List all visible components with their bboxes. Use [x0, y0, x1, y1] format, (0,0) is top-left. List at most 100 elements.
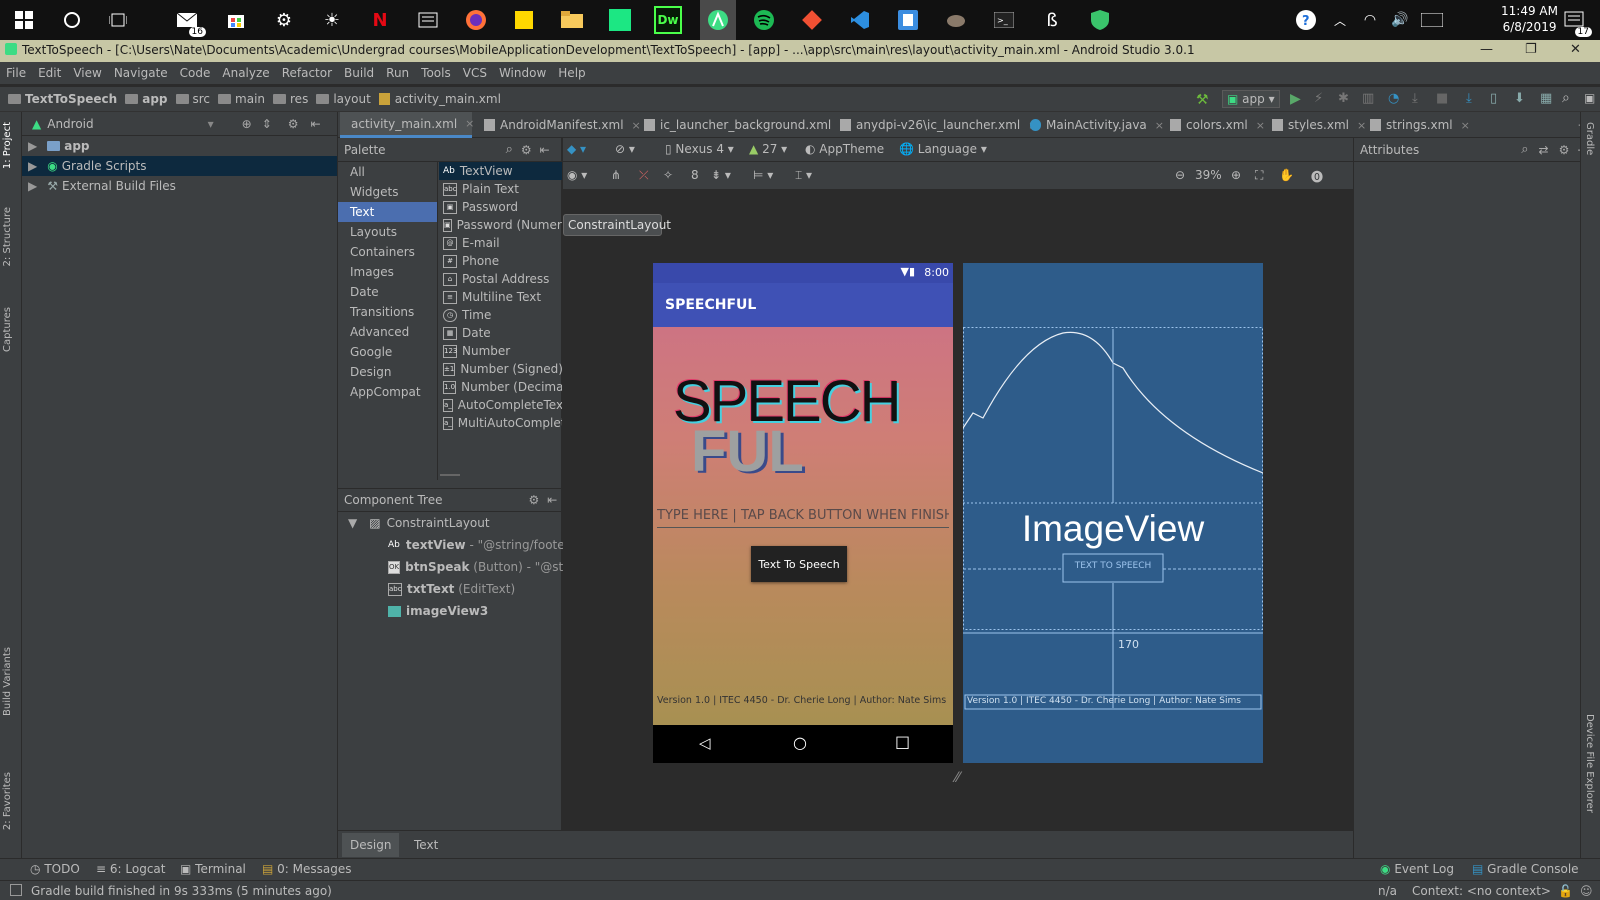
help-icon[interactable]: ?: [1292, 6, 1320, 34]
menu-navigate[interactable]: Navigate: [114, 66, 168, 80]
align-icon[interactable]: ⊨ ▾: [753, 168, 773, 182]
widget-phone[interactable]: # Phone: [439, 252, 562, 270]
widget-password-numeric[interactable]: ▣ Password (Numeric): [439, 216, 562, 234]
attach-debugger-icon[interactable]: ⤓: [1412, 91, 1418, 106]
avd-manager-icon[interactable]: ▯: [1490, 91, 1497, 106]
close-tab-icon[interactable]: ×: [1256, 119, 1265, 132]
blueprint-preview[interactable]: ImageView TEXT TO SPEECH 170 Version 1.0…: [963, 263, 1263, 763]
news-icon[interactable]: [414, 6, 442, 34]
gimp-icon[interactable]: [942, 6, 970, 34]
tree-item-app[interactable]: ▶ app: [22, 136, 337, 156]
sdk-manager-icon[interactable]: ⬇: [1514, 91, 1525, 106]
palette-category[interactable]: Google: [338, 342, 437, 362]
tab-activity-main[interactable]: activity_main.xml ×: [340, 112, 474, 138]
component-constraintlayout[interactable]: ▼ ▨ ConstraintLayout: [338, 512, 562, 534]
breadcrumb-src[interactable]: src: [175, 92, 210, 106]
tool-terminal[interactable]: ▣ Terminal: [180, 862, 246, 876]
widget-textview[interactable]: Ab TextView: [439, 162, 562, 180]
menu-build[interactable]: Build: [344, 66, 374, 80]
tab-strings[interactable]: strings.xml ×: [1364, 112, 1470, 138]
widget-time[interactable]: ◷ Time: [439, 306, 562, 324]
store-icon[interactable]: [222, 6, 250, 34]
dreamweaver-icon[interactable]: Dw: [654, 6, 682, 34]
make-project-icon[interactable]: ⚒: [1196, 92, 1209, 108]
recents-icon[interactable]: □: [895, 732, 910, 751]
chevron-up-icon[interactable]: ︿: [1326, 6, 1354, 34]
palette-category[interactable]: Widgets: [338, 182, 437, 202]
menu-analyze[interactable]: Analyze: [222, 66, 269, 80]
breadcrumb-layout[interactable]: layout: [316, 92, 371, 106]
tool-tab-gradle[interactable]: Gradle: [1584, 122, 1595, 155]
hulu-icon[interactable]: [606, 6, 634, 34]
view-dropdown-chevron-icon[interactable]: ▾: [208, 117, 214, 131]
vscode-icon[interactable]: [846, 6, 874, 34]
widget-multi-autocomplete[interactable]: a_ MultiAutoCompleteTextView: [439, 414, 562, 432]
palette-search-icon[interactable]: ⌕: [506, 142, 513, 157]
keyboard-icon[interactable]: [1418, 6, 1446, 34]
widget-email[interactable]: @ E-mail: [439, 234, 562, 252]
menu-vcs[interactable]: VCS: [463, 66, 487, 80]
component-tree-settings-icon[interactable]: ⚙: [528, 493, 539, 507]
warnings-icon[interactable]: ⓿: [1311, 168, 1323, 185]
palette-resize-handle[interactable]: [440, 474, 460, 476]
search-everywhere-icon[interactable]: ⌕: [1562, 90, 1570, 106]
widget-date[interactable]: ▦ Date: [439, 324, 562, 342]
project-structure-icon[interactable]: ▦: [1540, 91, 1552, 106]
widget-postal-address[interactable]: ⌂ Postal Address: [439, 270, 562, 288]
widget-plain-text[interactable]: abc Plain Text: [439, 180, 562, 198]
close-tab-icon[interactable]: ×: [465, 117, 474, 130]
git-icon[interactable]: [798, 6, 826, 34]
wifi-icon[interactable]: ◠: [1356, 6, 1384, 34]
tab-styles[interactable]: styles.xml ×: [1266, 112, 1366, 138]
run-icon[interactable]: ▶: [1290, 91, 1301, 107]
zoom-to-fit-icon[interactable]: ⛶: [1255, 168, 1263, 183]
attributes-settings-icon[interactable]: ⚙: [1559, 143, 1570, 157]
widget-multiline-text[interactable]: ≡ Multiline Text: [439, 288, 562, 306]
device-icon[interactable]: ▣: [1584, 91, 1595, 105]
tool-tab-build-variants[interactable]: Build Variants: [2, 647, 13, 716]
menu-view[interactable]: View: [73, 66, 101, 80]
palette-category[interactable]: All: [338, 162, 437, 182]
attributes-toggle-icon[interactable]: ⇄: [1539, 143, 1549, 157]
footer-text[interactable]: Version 1.0 | ITEC 4450 - Dr. Cherie Lon…: [657, 695, 946, 706]
collapse-arrow-icon[interactable]: ▼: [348, 516, 357, 530]
stop-icon[interactable]: ■: [1436, 91, 1448, 106]
device-dropdown[interactable]: ▯ Nexus 4 ▾: [665, 142, 734, 156]
palette-category[interactable]: Containers: [338, 242, 437, 262]
widget-number-signed[interactable]: ±1 Number (Signed): [439, 360, 562, 378]
clear-constraints-icon[interactable]: ⤫: [639, 168, 649, 183]
task-view-icon[interactable]: [104, 6, 132, 34]
tool-event-log[interactable]: ◉ Event Log: [1380, 862, 1454, 876]
palette-category[interactable]: Images: [338, 262, 437, 282]
app-b-icon[interactable]: ß: [1038, 6, 1066, 34]
app-icon[interactable]: [894, 6, 922, 34]
menu-edit[interactable]: Edit: [38, 66, 61, 80]
menu-file[interactable]: File: [6, 66, 26, 80]
firefox-icon[interactable]: [462, 6, 490, 34]
hide-pane-icon[interactable]: ⇤: [311, 117, 321, 131]
component-btnspeak[interactable]: OK btnSpeak (Button) - "@string/...": [338, 556, 608, 578]
tab-colors[interactable]: colors.xml ×: [1164, 112, 1265, 138]
sticky-notes-icon[interactable]: [510, 6, 538, 34]
tool-gradle-console[interactable]: ▤ Gradle Console: [1472, 862, 1579, 876]
default-margin-value[interactable]: 8: [691, 168, 699, 182]
volume-icon[interactable]: 🔊: [1386, 6, 1414, 34]
zoom-out-icon[interactable]: ⊖: [1175, 168, 1185, 182]
project-view-dropdown[interactable]: Android: [47, 117, 93, 131]
pack-icon[interactable]: ⇟ ▾: [711, 168, 731, 182]
maximize-button[interactable]: ❐: [1525, 42, 1537, 57]
toggle-tool-windows-icon[interactable]: [10, 884, 22, 896]
breadcrumb-app[interactable]: app: [125, 92, 168, 106]
palette-category[interactable]: Transitions: [338, 302, 437, 322]
palette-category[interactable]: Advanced: [338, 322, 437, 342]
tab-ic-launcher[interactable]: anydpi-v26\ic_launcher.xml×: [834, 112, 1037, 138]
tool-logcat[interactable]: ≡ 6: Logcat: [96, 862, 165, 876]
orientation-icon[interactable]: ⊘ ▾: [615, 142, 635, 156]
palette-hide-icon[interactable]: ⇤: [540, 143, 550, 157]
tab-android-manifest[interactable]: AndroidManifest.xml ×: [478, 112, 641, 138]
infer-constraints-icon[interactable]: ✧: [663, 168, 673, 182]
resize-handle-icon[interactable]: ⁄⁄: [955, 770, 960, 786]
tool-tab-device-file-explorer[interactable]: Device File Explorer: [1584, 714, 1595, 813]
tool-messages[interactable]: ▤ 0: Messages: [262, 862, 352, 876]
autoconnect-icon[interactable]: ⋔: [611, 168, 621, 182]
